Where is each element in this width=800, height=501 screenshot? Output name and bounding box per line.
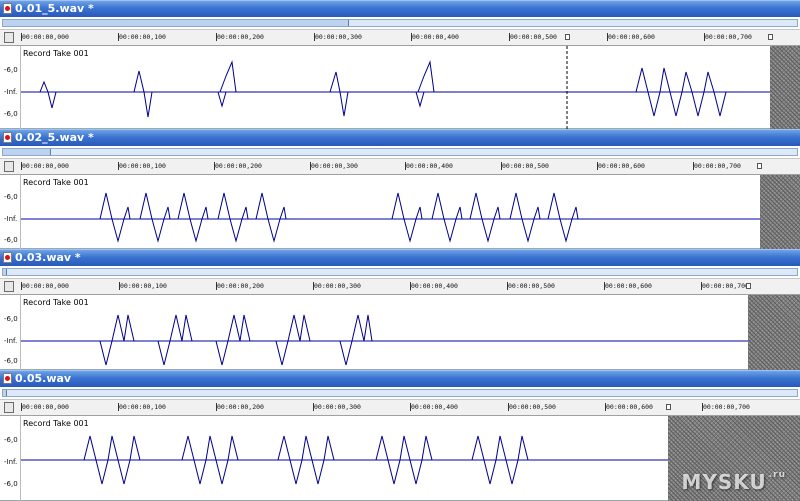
ruler-tick: 00:00:00,200 bbox=[216, 33, 264, 41]
ruler-tick: 00:00:00,100 bbox=[119, 282, 167, 290]
waveform-area[interactable]: -6,0 -Inf. -6,0 Record Take 001 bbox=[0, 295, 800, 370]
window-title: 0.01_5.wav * bbox=[15, 2, 94, 15]
waveform-area[interactable]: -6,0 -Inf. -6,0 Record Take 001 MYSKU .ru bbox=[0, 416, 800, 501]
ruler-tick: 00:00:00,000 bbox=[21, 403, 69, 411]
ruler-handle-icon[interactable] bbox=[4, 32, 14, 43]
ruler-tick: 00:00:00,300 bbox=[310, 162, 358, 170]
waveform bbox=[21, 314, 748, 366]
scrollbar-thumb[interactable] bbox=[3, 269, 7, 275]
ruler-tick: 00:00:00,100 bbox=[118, 403, 166, 411]
waveform-area[interactable]: -6,0 -Inf. -6,0 Record Take 001 bbox=[0, 46, 800, 129]
ruler-tick: 00:00:00,500 bbox=[509, 33, 557, 41]
beyond-end-region bbox=[748, 295, 800, 370]
ruler-handle-icon[interactable] bbox=[4, 161, 14, 172]
ruler-tick: 00:00:00,400 bbox=[405, 162, 453, 170]
end-marker-icon[interactable] bbox=[768, 34, 773, 40]
watermark: MYSKU .ru bbox=[682, 470, 786, 494]
waveform bbox=[21, 46, 770, 129]
beyond-end-region bbox=[770, 46, 800, 129]
horizontal-scrollbar[interactable] bbox=[2, 148, 798, 156]
ruler-tick: 00:00:00,100 bbox=[118, 162, 166, 170]
horizontal-scrollbar[interactable] bbox=[2, 389, 798, 397]
ruler-tick: 00:00:00,500 bbox=[501, 162, 549, 170]
window-titlebar[interactable]: 0.02_5.wav * bbox=[0, 129, 800, 146]
window-title: 0.03.wav * bbox=[15, 251, 81, 264]
ruler-tick: 00:00:00,300 bbox=[313, 403, 361, 411]
wav-file-icon bbox=[3, 252, 12, 263]
window-title: 0.05.wav bbox=[15, 372, 72, 385]
ruler-tick: 00:00:00,000 bbox=[21, 162, 69, 170]
ruler-tick: 00:00:00,200 bbox=[216, 403, 264, 411]
watermark-suffix: .ru bbox=[768, 470, 786, 480]
ruler-handle-icon[interactable] bbox=[4, 402, 14, 413]
scrollbar-thumb[interactable] bbox=[3, 390, 7, 396]
wave-window-4: 0.05.wav 00:00:00,000 00:00:00,100 00:00… bbox=[0, 370, 800, 501]
scrollbar-thumb[interactable] bbox=[3, 149, 51, 155]
ruler-tick: 00:00:00,600 bbox=[605, 403, 653, 411]
ruler-tick: 00:00:00,600 bbox=[607, 33, 655, 41]
beyond-end-region bbox=[760, 175, 800, 249]
wave-window-1: 0.01_5.wav * 00:00:00,000 00:00:00,100 0… bbox=[0, 0, 800, 129]
ruler-tick: 00:00:00,200 bbox=[216, 282, 264, 290]
ruler-tick: 00:00:00,600 bbox=[604, 282, 652, 290]
end-marker-icon[interactable] bbox=[757, 163, 762, 169]
ruler-handle-icon[interactable] bbox=[4, 281, 14, 292]
window-titlebar[interactable]: 0.03.wav * bbox=[0, 249, 800, 266]
window-title: 0.02_5.wav * bbox=[15, 131, 94, 144]
window-titlebar[interactable]: 0.01_5.wav * bbox=[0, 0, 800, 17]
end-marker-icon[interactable] bbox=[746, 283, 751, 289]
ruler-tick: 00:00:00,600 bbox=[597, 162, 645, 170]
ruler-tick: 00:00:00,300 bbox=[314, 33, 362, 41]
cursor-marker-icon[interactable] bbox=[565, 34, 570, 40]
ruler-tick: 00:00:00,500 bbox=[507, 282, 555, 290]
ruler-tick: 00:00:00,700 bbox=[704, 33, 752, 41]
watermark-text: MYSKU bbox=[681, 470, 767, 494]
time-ruler[interactable]: 00:00:00,000 00:00:00,100 00:00:00,200 0… bbox=[0, 278, 800, 295]
wav-file-icon bbox=[3, 3, 12, 14]
ruler-tick: 00:00:00,500 bbox=[508, 403, 556, 411]
time-ruler[interactable]: 00:00:00,000 00:00:00,100 00:00:00,200 0… bbox=[0, 29, 800, 46]
ruler-tick: 00:00:00,400 bbox=[410, 403, 458, 411]
end-marker-icon[interactable] bbox=[666, 404, 671, 410]
horizontal-scrollbar[interactable] bbox=[2, 19, 798, 27]
ruler-tick: 00:00:00,000 bbox=[21, 33, 69, 41]
wav-file-icon bbox=[3, 373, 12, 384]
time-ruler[interactable]: 00:00:00,000 00:00:00,100 00:00:00,200 0… bbox=[0, 158, 800, 175]
waveform-area[interactable]: -6,0 -Inf. -6,0 Record Take 001 bbox=[0, 175, 800, 249]
ruler-tick: 00:00:00,200 bbox=[214, 162, 262, 170]
wav-file-icon bbox=[3, 132, 12, 143]
ruler-tick: 00:00:00,700 bbox=[702, 403, 750, 411]
ruler-tick: 00:00:00,400 bbox=[410, 282, 458, 290]
scrollbar-thumb[interactable] bbox=[3, 20, 349, 26]
time-ruler[interactable]: 00:00:00,000 00:00:00,100 00:00:00,200 0… bbox=[0, 399, 800, 416]
window-titlebar[interactable]: 0.05.wav bbox=[0, 370, 800, 387]
wave-window-3: 0.03.wav * 00:00:00,000 00:00:00,100 00:… bbox=[0, 249, 800, 370]
ruler-tick: 00:00:00,000 bbox=[21, 282, 69, 290]
ruler-tick: 00:00:00,700 bbox=[693, 162, 741, 170]
horizontal-scrollbar[interactable] bbox=[2, 268, 798, 276]
ruler-tick: 00:00:00,400 bbox=[411, 33, 459, 41]
waveform bbox=[21, 192, 760, 243]
wave-window-2: 0.02_5.wav * 00:00:00,000 00:00:00,100 0… bbox=[0, 129, 800, 249]
ruler-tick: 00:00:00,100 bbox=[118, 33, 166, 41]
ruler-tick: 00:00:00,700 bbox=[701, 282, 749, 290]
ruler-tick: 00:00:00,300 bbox=[313, 282, 361, 290]
